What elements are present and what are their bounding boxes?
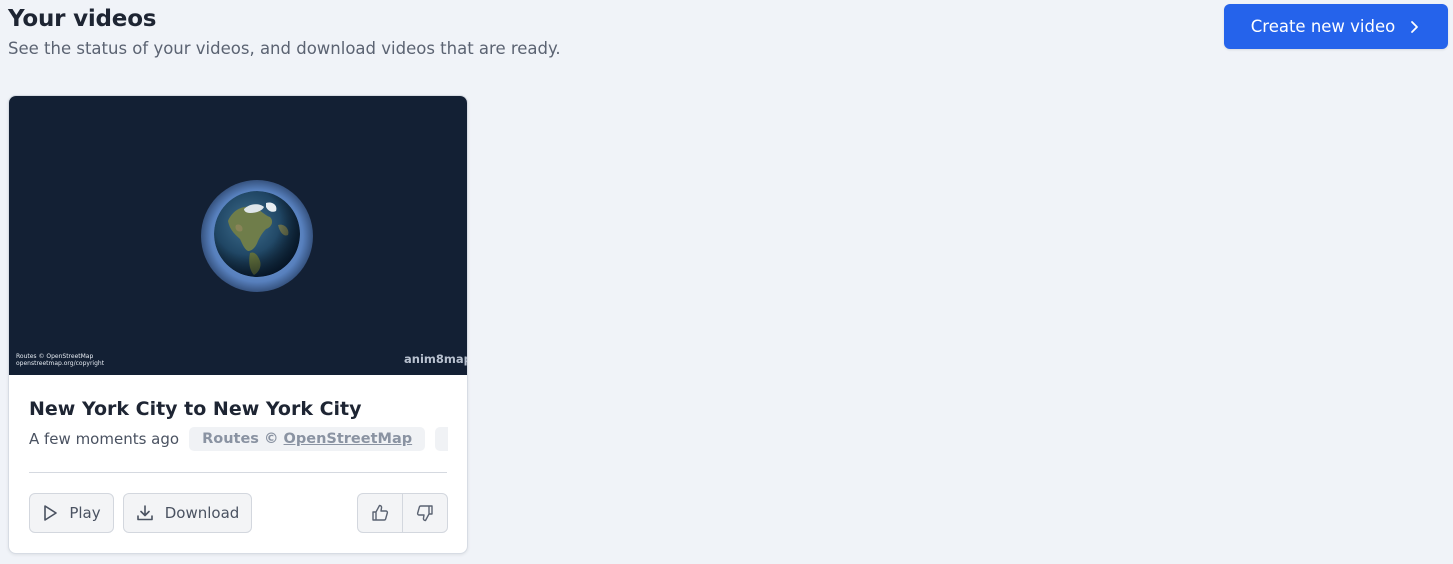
- attribution-tag-prefix: Routes ©: [202, 431, 284, 447]
- create-new-video-button[interactable]: Create new video: [1224, 4, 1448, 49]
- chevron-right-icon: [1409, 20, 1419, 34]
- page-subtitle: See the status of your videos, and downl…: [8, 39, 561, 58]
- dislike-button[interactable]: [402, 494, 447, 532]
- download-label: Download: [164, 504, 240, 522]
- thumbnail-watermark: anim8map: [404, 352, 468, 366]
- openstreetmap-link[interactable]: OpenStreetMap: [284, 431, 413, 447]
- thumbnail-credit: Routes © OpenStreetMap openstreetmap.org…: [16, 353, 104, 367]
- play-button[interactable]: Play: [29, 493, 114, 533]
- feedback-group: [357, 493, 448, 533]
- video-title: New York City to New York City: [29, 398, 362, 420]
- page-title: Your videos: [8, 6, 157, 32]
- play-label: Play: [69, 504, 101, 522]
- play-icon: [42, 504, 58, 522]
- attribution-tag: Routes © OpenStreetMap: [189, 427, 426, 451]
- thumbs-up-icon: [370, 503, 390, 523]
- like-button[interactable]: [358, 494, 402, 532]
- create-new-video-label: Create new video: [1250, 17, 1396, 36]
- thumbnail-credit-line-1: Routes © OpenStreetMap: [16, 353, 94, 360]
- video-timestamp: A few moments ago: [29, 430, 180, 448]
- video-meta: A few moments ago Routes © OpenStreetMap…: [29, 426, 448, 452]
- download-icon: [136, 504, 154, 522]
- video-card: Routes © OpenStreetMap openstreetmap.org…: [8, 95, 468, 554]
- card-divider: [29, 472, 447, 473]
- secondary-tag: Gl: [435, 427, 448, 451]
- thumbs-down-icon: [415, 503, 435, 523]
- thumbnail-credit-line-2: openstreetmap.org/copyright: [16, 360, 105, 367]
- globe-image: [214, 191, 300, 277]
- video-thumbnail[interactable]: Routes © OpenStreetMap openstreetmap.org…: [9, 96, 468, 375]
- download-button[interactable]: Download: [123, 493, 252, 533]
